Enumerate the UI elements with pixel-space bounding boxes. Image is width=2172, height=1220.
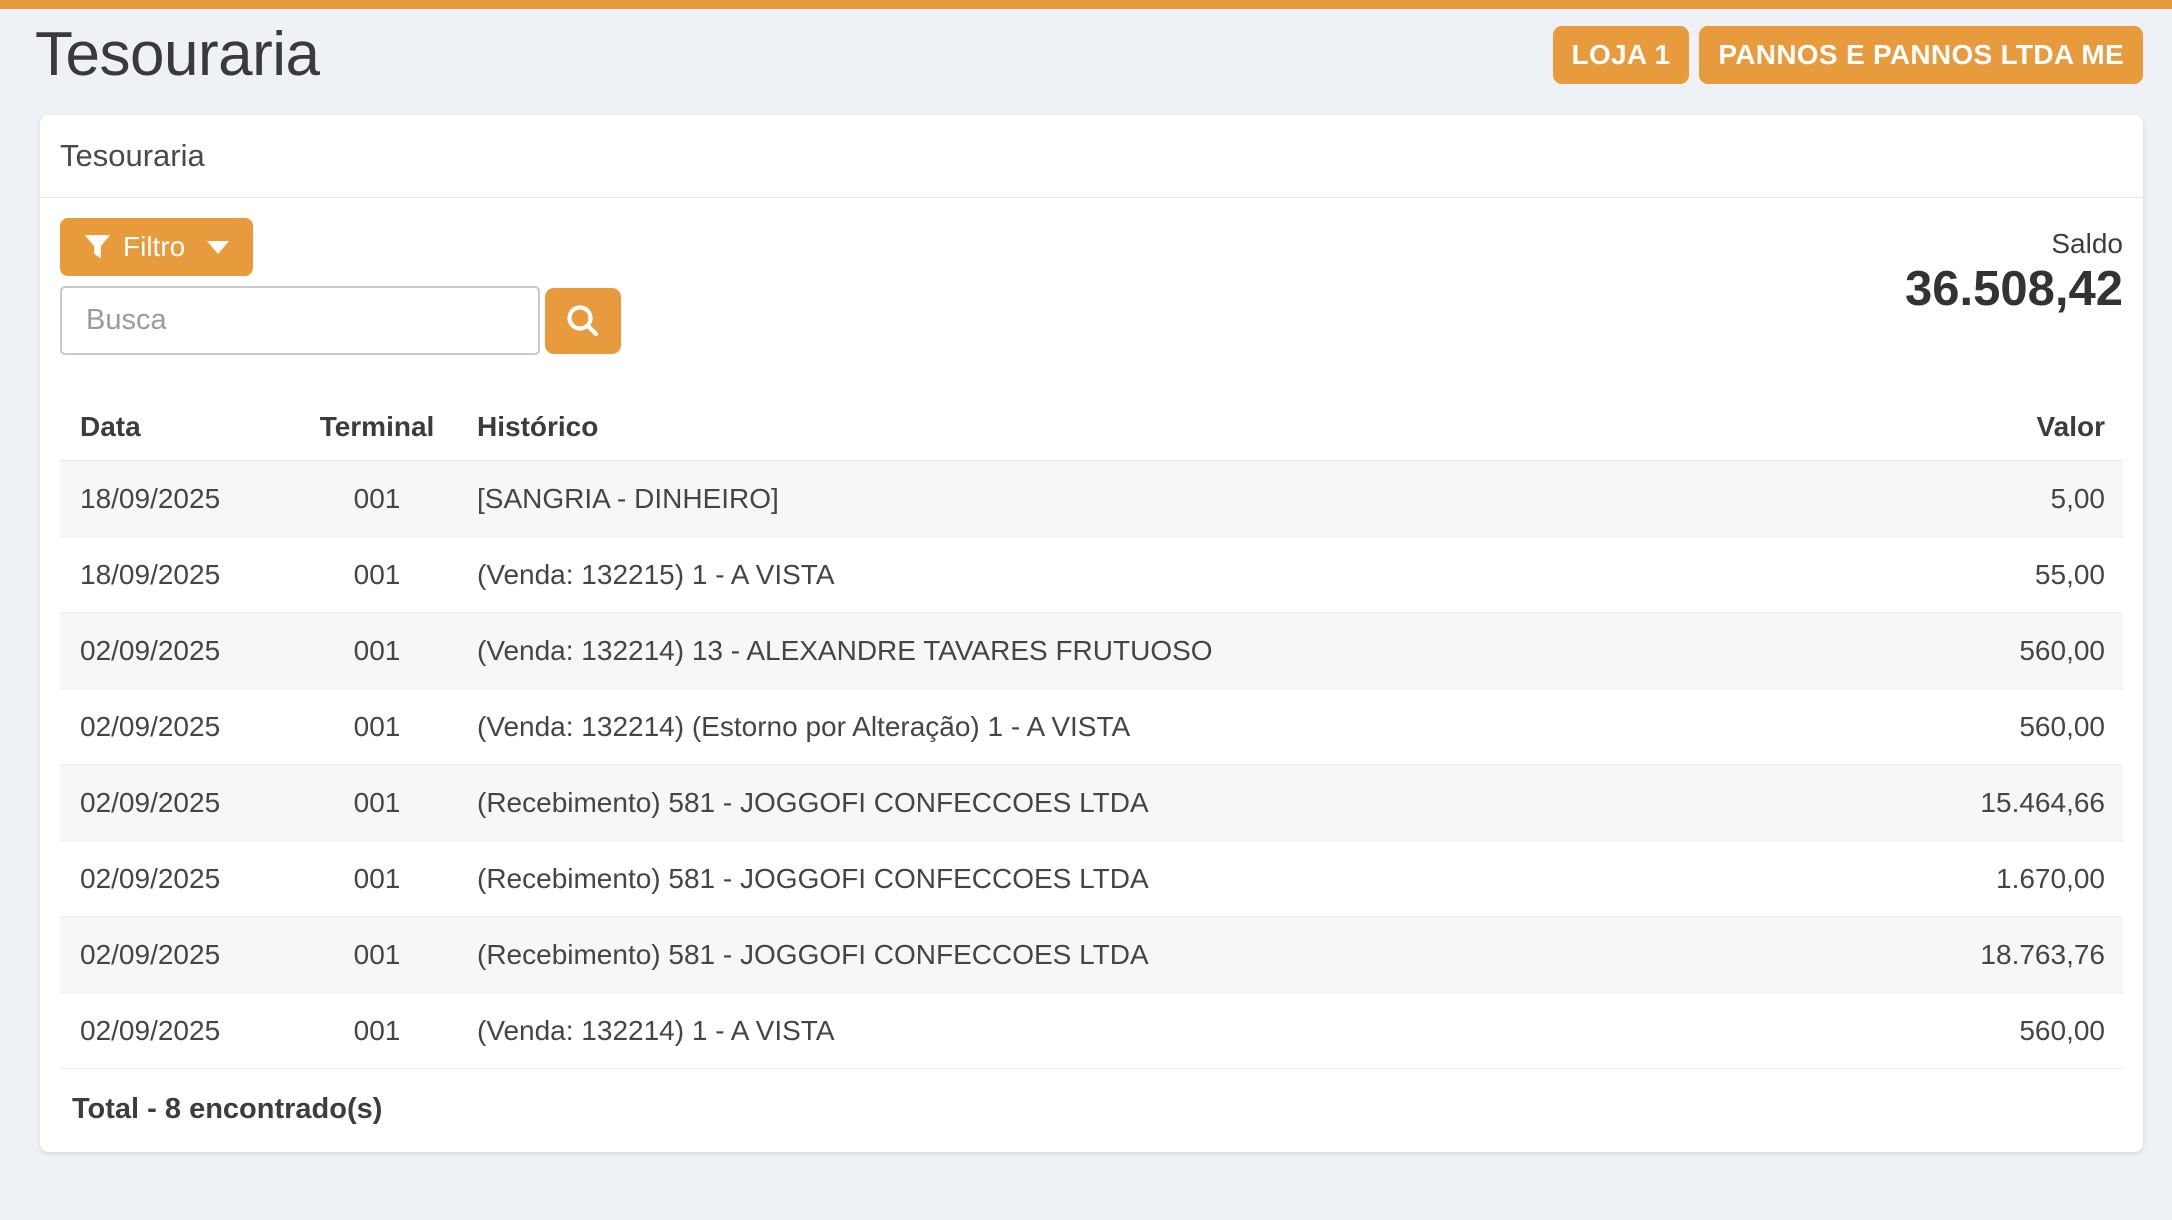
cell-data: 18/09/2025 (60, 461, 297, 537)
cell-terminal: 001 (297, 689, 457, 765)
table-row: 02/09/2025001(Recebimento) 581 - JOGGOFI… (60, 765, 2123, 841)
cell-data: 02/09/2025 (60, 917, 297, 993)
column-header-terminal: Terminal (297, 397, 457, 461)
column-header-historico: Histórico (457, 397, 1834, 461)
cell-historico: (Venda: 132215) 1 - A VISTA (457, 537, 1834, 613)
saldo-value: 36.508,42 (1905, 262, 2123, 316)
cell-valor: 15.464,66 (1834, 765, 2123, 841)
cell-terminal: 001 (297, 613, 457, 689)
table-header: Data Terminal Histórico Valor (60, 397, 2123, 461)
cell-data: 02/09/2025 (60, 841, 297, 917)
table-row: 18/09/2025001(Venda: 132215) 1 - A VISTA… (60, 537, 2123, 613)
column-header-data: Data (60, 397, 297, 461)
store-badge-loja[interactable]: LOJA 1 (1553, 26, 1690, 84)
store-badges: LOJA 1 PANNOS E PANNOS LTDA ME (1553, 26, 2143, 84)
cell-terminal: 001 (297, 993, 457, 1069)
saldo-label: Saldo (1905, 228, 2123, 260)
table-body: 18/09/2025001[SANGRIA - DINHEIRO]5,0018/… (60, 461, 2123, 1069)
page-title: Tesouraria (35, 21, 319, 89)
search-input[interactable] (60, 286, 540, 355)
cell-valor: 5,00 (1834, 461, 2123, 537)
cell-terminal: 001 (297, 917, 457, 993)
search-row (60, 286, 2123, 355)
cell-valor: 560,00 (1834, 993, 2123, 1069)
cell-terminal: 001 (297, 841, 457, 917)
cell-terminal: 001 (297, 765, 457, 841)
cell-data: 18/09/2025 (60, 537, 297, 613)
search-button[interactable] (545, 288, 621, 354)
table-row: 02/09/2025001(Venda: 132214) (Estorno po… (60, 689, 2123, 765)
caret-down-icon (207, 241, 229, 254)
cell-data: 02/09/2025 (60, 689, 297, 765)
cell-historico: (Venda: 132214) (Estorno por Alteração) … (457, 689, 1834, 765)
table-footer-total: Total - 8 encontrado(s) (60, 1068, 2123, 1152)
cell-valor: 560,00 (1834, 613, 2123, 689)
cell-data: 02/09/2025 (60, 765, 297, 841)
cell-valor: 560,00 (1834, 689, 2123, 765)
cell-valor: 55,00 (1834, 537, 2123, 613)
table-row: 02/09/2025001(Recebimento) 581 - JOGGOFI… (60, 917, 2123, 993)
table-row: 02/09/2025001(Recebimento) 581 - JOGGOFI… (60, 841, 2123, 917)
cell-historico: (Recebimento) 581 - JOGGOFI CONFECCOES L… (457, 841, 1834, 917)
filter-button[interactable]: Filtro (60, 218, 253, 276)
cell-historico: (Venda: 132214) 13 - ALEXANDRE TAVARES F… (457, 613, 1834, 689)
top-accent-bar (0, 0, 2172, 9)
magnifier-icon (565, 303, 601, 339)
cell-valor: 1.670,00 (1834, 841, 2123, 917)
cell-historico: (Recebimento) 581 - JOGGOFI CONFECCOES L… (457, 917, 1834, 993)
filter-button-label: Filtro (123, 231, 185, 263)
cell-historico: (Venda: 132214) 1 - A VISTA (457, 993, 1834, 1069)
table-row: 18/09/2025001[SANGRIA - DINHEIRO]5,00 (60, 461, 2123, 537)
funnel-icon (84, 235, 111, 260)
table-row: 02/09/2025001(Venda: 132214) 1 - A VISTA… (60, 993, 2123, 1069)
cell-historico: (Recebimento) 581 - JOGGOFI CONFECCOES L… (457, 765, 1834, 841)
cell-terminal: 001 (297, 537, 457, 613)
cell-data: 02/09/2025 (60, 613, 297, 689)
table-row: 02/09/2025001(Venda: 132214) 13 - ALEXAN… (60, 613, 2123, 689)
saldo-block: Saldo 36.508,42 (1905, 228, 2123, 316)
card-title: Tesouraria (40, 115, 2143, 198)
company-badge[interactable]: PANNOS E PANNOS LTDA ME (1699, 26, 2143, 84)
movements-table: Data Terminal Histórico Valor 18/09/2025… (60, 397, 2123, 1068)
cell-terminal: 001 (297, 461, 457, 537)
card-body: Saldo 36.508,42 Filtro (40, 198, 2143, 1152)
cell-valor: 18.763,76 (1834, 917, 2123, 993)
column-header-valor: Valor (1834, 397, 2123, 461)
cell-data: 02/09/2025 (60, 993, 297, 1069)
tesouraria-card: Tesouraria Saldo 36.508,42 Filtro (40, 115, 2143, 1152)
cell-historico: [SANGRIA - DINHEIRO] (457, 461, 1834, 537)
page-header: Tesouraria LOJA 1 PANNOS E PANNOS LTDA M… (0, 9, 2172, 89)
